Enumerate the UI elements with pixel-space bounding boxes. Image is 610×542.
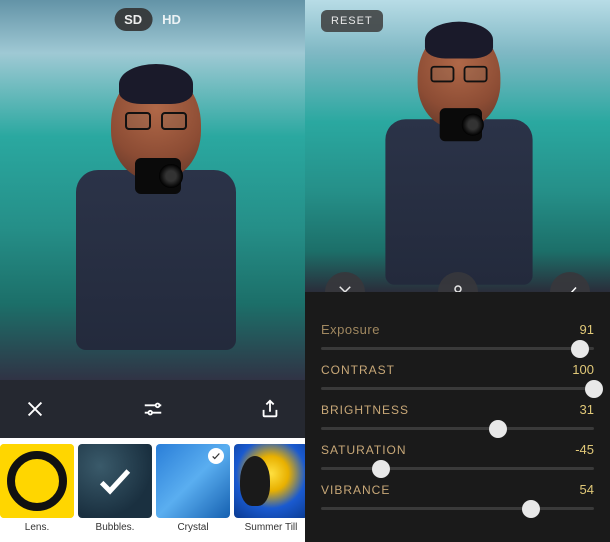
adjust-button[interactable] xyxy=(140,396,166,422)
filter-thumb xyxy=(78,444,152,518)
person-icon xyxy=(449,283,467,292)
slider-track[interactable] xyxy=(321,507,594,510)
filter-label: Crystal xyxy=(177,522,208,533)
filter-strip[interactable]: Lens. Bubbles. Crystal Summer Till xyxy=(0,438,305,542)
filter-label: Bubbles. xyxy=(96,522,135,533)
confirm-button[interactable] xyxy=(550,272,590,292)
slider-label: SATURATION xyxy=(321,443,407,457)
share-icon xyxy=(259,398,281,420)
slider-label: BRIGHTNESS xyxy=(321,403,409,417)
filter-item-summer[interactable]: Summer Till xyxy=(234,444,305,542)
adjust-screen: RESET Exposure 91 xyxy=(305,0,610,542)
subject-silhouette xyxy=(385,27,532,285)
sliders-panel: Exposure 91 CONTRAST 100 BRIGHTNESS 31 xyxy=(305,292,610,542)
slider-value: -45 xyxy=(575,442,594,457)
slider-track[interactable] xyxy=(321,467,594,470)
slider-label: VIBRANCE xyxy=(321,483,390,497)
filter-select-screen: SD HD Lens. xyxy=(0,0,305,542)
slider-track[interactable] xyxy=(321,347,594,350)
slider-value: 91 xyxy=(580,322,594,337)
filter-item-bubbles[interactable]: Bubbles. xyxy=(78,444,152,542)
slider-value: 31 xyxy=(580,402,594,417)
filter-label: Summer Till xyxy=(245,522,298,533)
slider-thumb[interactable] xyxy=(585,380,603,398)
bottom-toolbar xyxy=(0,380,305,438)
action-row xyxy=(305,272,610,292)
close-icon xyxy=(24,398,46,420)
slider-thumb[interactable] xyxy=(571,340,589,358)
slider-track[interactable] xyxy=(321,427,594,430)
preview-image-left[interactable] xyxy=(0,0,305,380)
slider-contrast: CONTRAST 100 xyxy=(321,362,594,390)
filter-item-lens[interactable]: Lens. xyxy=(0,444,74,542)
reset-button[interactable]: RESET xyxy=(321,10,383,32)
quality-toggle: SD HD xyxy=(114,8,191,31)
filter-thumb xyxy=(234,444,305,518)
quality-hd[interactable]: HD xyxy=(152,8,191,31)
close-button[interactable] xyxy=(22,396,48,422)
slider-saturation: SATURATION -45 xyxy=(321,442,594,470)
slider-label: CONTRAST xyxy=(321,363,395,377)
filter-thumb xyxy=(156,444,230,518)
filter-thumb xyxy=(0,444,74,518)
close-icon xyxy=(336,283,354,292)
subject-silhouette xyxy=(76,70,236,350)
slider-exposure: Exposure 91 xyxy=(321,322,594,350)
slider-thumb[interactable] xyxy=(522,500,540,518)
filter-label: Lens. xyxy=(25,522,49,533)
quality-sd[interactable]: SD xyxy=(114,8,152,31)
checkmark-icon xyxy=(561,283,579,292)
filter-item-crystal[interactable]: Crystal xyxy=(156,444,230,542)
cancel-button[interactable] xyxy=(325,272,365,292)
slider-value: 100 xyxy=(572,362,594,377)
share-button[interactable] xyxy=(257,396,283,422)
slider-value: 54 xyxy=(580,482,594,497)
profile-button[interactable] xyxy=(438,272,478,292)
slider-label: Exposure xyxy=(321,322,380,337)
slider-thumb[interactable] xyxy=(489,420,507,438)
checkmark-icon xyxy=(211,451,221,461)
slider-vibrance: VIBRANCE 54 xyxy=(321,482,594,510)
preview-image-right[interactable]: RESET xyxy=(305,0,610,292)
slider-brightness: BRIGHTNESS 31 xyxy=(321,402,594,430)
sliders-icon xyxy=(142,398,164,420)
applied-badge xyxy=(208,448,224,464)
slider-thumb[interactable] xyxy=(372,460,390,478)
checkmark-icon xyxy=(95,461,135,501)
slider-track[interactable] xyxy=(321,387,594,390)
